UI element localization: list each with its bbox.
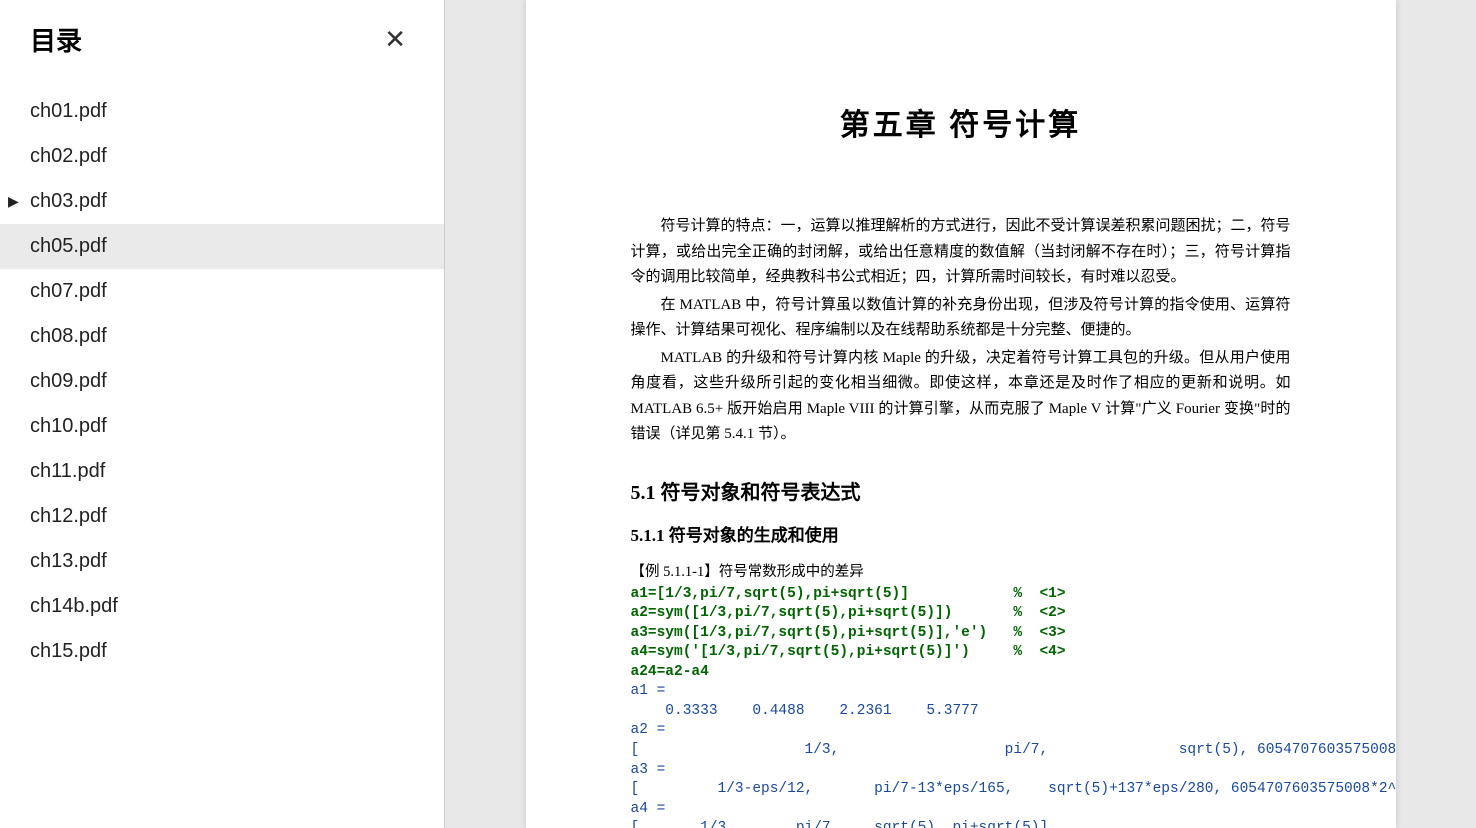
toc-item-ch05[interactable]: ch05.pdf xyxy=(0,224,444,269)
output-line: a4 = xyxy=(631,800,1291,820)
sidebar-title: 目录 xyxy=(30,21,82,58)
toc-item-ch12[interactable]: ch12.pdf xyxy=(0,494,444,539)
toc-item-label: ch03.pdf xyxy=(30,190,107,213)
toc-item-ch01[interactable]: ch01.pdf xyxy=(0,89,444,134)
chapter-title: 第五章 符号计算 xyxy=(631,100,1291,144)
toc-item-label: ch07.pdf xyxy=(30,280,107,303)
toc-item-label: ch09.pdf xyxy=(30,370,107,393)
chevron-right-icon: ▶ xyxy=(8,193,19,210)
output-block: a1 = 0.3333 0.4488 2.2361 5.3777a2 =[ 1/… xyxy=(631,682,1291,828)
toc-item-label: ch05.pdf xyxy=(30,235,107,258)
close-icon[interactable]: ✕ xyxy=(376,20,414,59)
sidebar-toc: 目录 ✕ ch01.pdfch02.pdf▶ch03.pdfch05.pdfch… xyxy=(0,0,445,828)
paragraph-1: 符号计算的特点：一，运算以推理解析的方式进行，因此不受计算误差积累问题困扰；二，… xyxy=(631,214,1291,291)
toc-item-label: ch13.pdf xyxy=(30,550,107,573)
toc-item-ch02[interactable]: ch02.pdf xyxy=(0,134,444,179)
toc-item-label: ch14b.pdf xyxy=(30,595,118,618)
output-line: [ 1/3-eps/12, pi/7-13*eps/165, sqrt(5)+1… xyxy=(631,780,1291,800)
output-line: a3 = xyxy=(631,761,1291,781)
toc-item-label: ch10.pdf xyxy=(30,415,107,438)
toc-item-ch08[interactable]: ch08.pdf xyxy=(0,314,444,359)
toc-item-ch07[interactable]: ch07.pdf xyxy=(0,269,444,314)
sidebar-header: 目录 ✕ xyxy=(0,0,444,79)
toc-item-ch15[interactable]: ch15.pdf xyxy=(0,629,444,674)
example-label: 【例 5.1.1-1】符号常数形成中的差异 xyxy=(631,560,1291,581)
code-line: a2=sym([1/3,pi/7,sqrt(5),pi+sqrt(5)]) % … xyxy=(631,604,1291,624)
output-line: a2 = xyxy=(631,721,1291,741)
code-block: a1=[1/3,pi/7,sqrt(5),pi+sqrt(5)] % <1>a2… xyxy=(631,585,1291,683)
paragraph-2: 在 MATLAB 中，符号计算虽以数值计算的补充身份出现，但涉及符号计算的指令使… xyxy=(631,293,1291,344)
output-line: 0.3333 0.4488 2.2361 5.3777 xyxy=(631,702,1291,722)
toc-item-label: ch15.pdf xyxy=(30,640,107,663)
toc-item-label: ch12.pdf xyxy=(30,505,107,528)
toc-item-label: ch01.pdf xyxy=(30,100,107,123)
code-line: a1=[1/3,pi/7,sqrt(5),pi+sqrt(5)] % <1> xyxy=(631,585,1291,605)
toc-list: ch01.pdf ch02.pdf ▶ ch03.pdf ch05.pdf ch07.pd… xyxy=(0,79,444,684)
toc-item-ch03[interactable]: ▶ ch03.pdf xyxy=(0,179,444,224)
document-page: 第五章 符号计算 符号计算的特点：一，运算以推理解析的方式进行，因此不受计算误差… xyxy=(526,0,1396,828)
code-line: a3=sym([1/3,pi/7,sqrt(5),pi+sqrt(5)],'e'… xyxy=(631,624,1291,644)
paragraph-3: MATLAB 的升级和符号计算内核 Maple 的升级，决定着符号计算工具包的升… xyxy=(631,346,1291,448)
toc-item-ch14b[interactable]: ch14b.pdf xyxy=(0,584,444,629)
toc-item-ch11[interactable]: ch11.pdf xyxy=(0,449,444,494)
page-content: 第五章 符号计算 符号计算的特点：一，运算以推理解析的方式进行，因此不受计算误差… xyxy=(526,0,1396,828)
toc-item-ch13[interactable]: ch13.pdf xyxy=(0,539,444,584)
toc-item-ch09[interactable]: ch09.pdf xyxy=(0,359,444,404)
section-title: 5.1 符号对象和符号表达式 xyxy=(631,476,1291,505)
toc-item-label: ch02.pdf xyxy=(30,145,107,168)
document-viewer[interactable]: 第五章 符号计算 符号计算的特点：一，运算以推理解析的方式进行，因此不受计算误差… xyxy=(445,0,1476,828)
toc-item-label: ch11.pdf xyxy=(30,460,105,483)
output-line: [ 1/3, pi/7, sqrt(5), 6054707603575008*2… xyxy=(631,741,1291,761)
output-line: a1 = xyxy=(631,682,1291,702)
code-line: a24=a2-a4 xyxy=(631,663,1291,683)
output-line: [ 1/3, pi/7, sqrt(5), pi+sqrt(5)] xyxy=(631,819,1291,828)
subsection-title: 5.1.1 符号对象的生成和使用 xyxy=(631,521,1291,546)
toc-item-ch10[interactable]: ch10.pdf xyxy=(0,404,444,449)
toc-item-label: ch08.pdf xyxy=(30,325,107,348)
code-line: a4=sym('[1/3,pi/7,sqrt(5),pi+sqrt(5)]') … xyxy=(631,643,1291,663)
